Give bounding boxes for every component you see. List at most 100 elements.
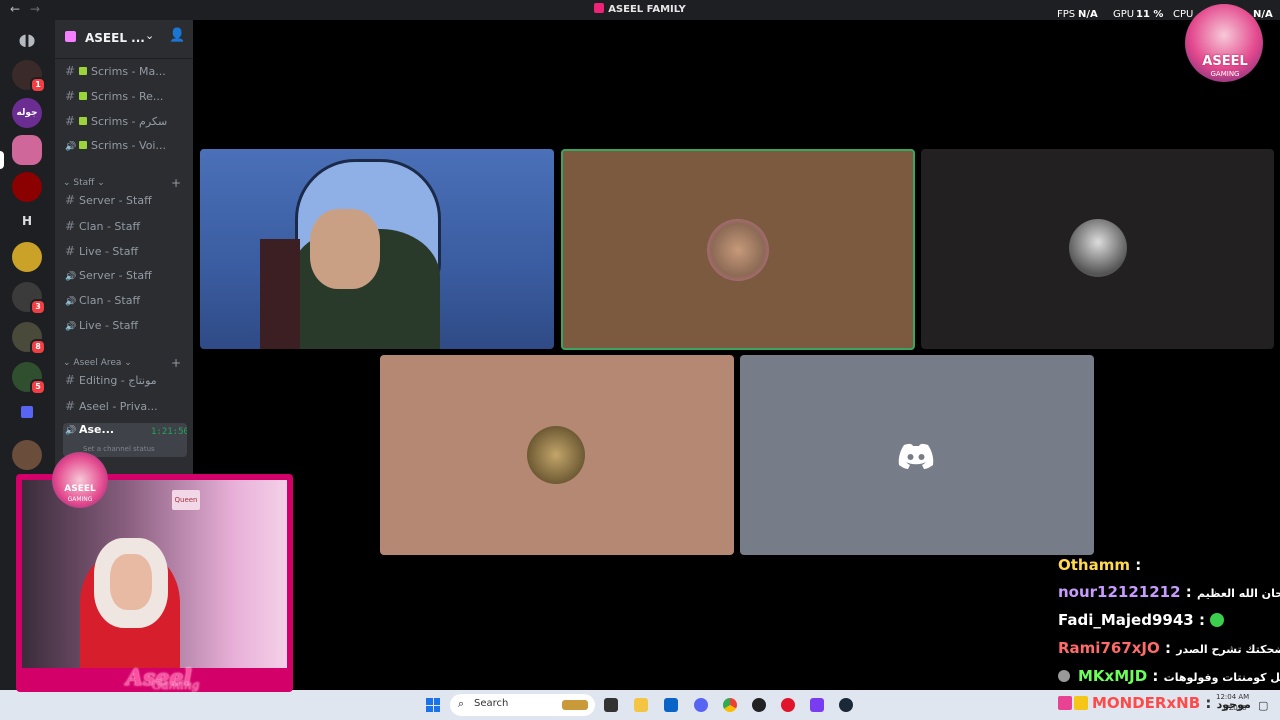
server-icon-aseel[interactable] <box>12 135 42 165</box>
channel-label: Scrims - Re... <box>91 90 164 103</box>
video-tile-streamer[interactable] <box>200 149 554 349</box>
server-icon-7[interactable] <box>12 440 42 470</box>
channel-aseel-private[interactable]: # Aseel - Priva... <box>63 399 187 421</box>
store-icon[interactable] <box>664 698 678 712</box>
folder-icon[interactable] <box>21 406 33 418</box>
channel-editing[interactable]: # Editing - مونتاج <box>63 373 187 395</box>
category-aseel-area[interactable]: ⌄ Aseel Area ⌄ + <box>63 356 181 370</box>
channel-label: Server - Staff <box>79 194 152 207</box>
taskbar-search[interactable]: ⌕ Search <box>450 694 595 716</box>
channel-clan-staff-text[interactable]: # Clan - Staff <box>63 219 187 241</box>
channel-server-staff-text[interactable]: # Server - Staff <box>63 193 187 215</box>
discord-taskbar-icon[interactable] <box>694 698 708 712</box>
emote-icon <box>1210 613 1225 627</box>
participant-avatar <box>1069 219 1127 277</box>
chat-line: Othamm : <box>1058 556 1280 572</box>
channel-label: Scrims - Ma... <box>91 65 166 78</box>
participant-face <box>310 209 380 289</box>
add-channel-icon[interactable]: + <box>171 356 181 370</box>
chevron-down-icon[interactable]: ⌄ <box>145 29 154 42</box>
server-header[interactable]: ASEEL ... ⌄ 👤 <box>55 20 193 59</box>
cpu-value: N/A <box>1253 9 1273 20</box>
crown-icon <box>1074 696 1088 710</box>
obs-icon[interactable] <box>752 698 766 712</box>
chat-line: nour12121212 : ده سبحان الله العظيم <box>1058 583 1280 601</box>
chat-separator: : <box>1193 611 1211 629</box>
channel-scrims-re[interactable]: # Scrims - Re... <box>63 89 187 111</box>
chat-separator: : <box>1200 694 1217 712</box>
category-label: Staff <box>73 178 95 188</box>
voice-timer: 1:21:50 <box>151 427 187 437</box>
video-tile-speaking[interactable] <box>561 149 915 350</box>
channel-type-icon: # <box>65 64 76 78</box>
chat-separator: : <box>1129 556 1142 572</box>
chat-line: MKxMJD : فاعل كومنتات وفولوهات <box>1058 667 1280 685</box>
mention-badge: 5 <box>30 379 46 395</box>
channel-type-icon: # <box>65 244 76 258</box>
channel-clan-staff-voice[interactable]: 🔊 Clan - Staff <box>63 294 187 316</box>
chat-username: nour12121212 <box>1058 583 1181 601</box>
server-icon-6[interactable] <box>12 242 42 272</box>
server-icon-4[interactable] <box>12 172 42 202</box>
server-icon-5[interactable]: H <box>12 206 42 236</box>
channel-live-staff-voice[interactable]: 🔊 Live - Staff <box>63 319 187 341</box>
channel-server-staff-voice[interactable]: 🔊 Server - Staff <box>63 269 187 291</box>
add-channel-icon[interactable]: + <box>171 176 181 190</box>
fps-label: FPS <box>1057 9 1076 20</box>
file-explorer-icon[interactable] <box>634 698 648 712</box>
steam-icon[interactable] <box>839 698 853 712</box>
invite-people-icon[interactable]: 👤 <box>169 28 185 43</box>
beginner-icon <box>79 117 87 125</box>
app-icon[interactable] <box>810 698 824 712</box>
opera-icon[interactable] <box>781 698 795 712</box>
participant-avatar <box>527 426 585 484</box>
server-folder-3[interactable]: 5 <box>12 362 46 395</box>
home-icon <box>65 31 76 42</box>
channel-label: Scrims - سكرم <box>91 115 168 128</box>
chrome-icon[interactable] <box>723 698 737 712</box>
queen-sign: Queen <box>172 490 200 510</box>
server-initials: H <box>21 214 33 228</box>
gift-icon <box>1058 696 1072 710</box>
cam-logo-text: ASEEL <box>64 484 96 494</box>
channel-type-icon: # <box>65 373 76 387</box>
video-tile-rose[interactable] <box>380 355 734 555</box>
channel-scrims-ar[interactable]: # Scrims - سكرم <box>63 114 187 136</box>
channel-label: Live - Staff <box>79 319 139 332</box>
logo-subtext: GAMING <box>1210 70 1240 78</box>
server-folder-1[interactable]: 3 <box>12 282 46 315</box>
chat-username: Fadi_Majed9943 <box>1058 611 1194 629</box>
chat-line: MONDERxNB : موجود <box>1058 694 1280 712</box>
search-highlight-icon <box>562 700 588 710</box>
server-icon-2[interactable]: جوله <box>12 98 42 128</box>
channel-type-icon: # <box>65 219 76 233</box>
task-view-icon[interactable] <box>604 698 618 712</box>
channel-label: Clan - Staff <box>79 294 141 307</box>
discord-home-icon[interactable]: ◖◗ <box>12 24 42 54</box>
chat-separator: : <box>1159 639 1177 657</box>
video-tile-dark[interactable] <box>921 149 1274 349</box>
server-folder-2[interactable]: 8 <box>12 322 46 355</box>
windows-start-icon[interactable] <box>426 698 440 712</box>
window-title-text: ASEEL FAMILY <box>608 4 686 15</box>
webcam-feed: Queen <box>22 480 287 668</box>
channel-label: Aseel - Priva... <box>79 400 158 413</box>
channel-label: Scrims - Voi... <box>91 139 166 152</box>
video-tile-default[interactable] <box>740 355 1094 555</box>
channel-scrims-voice[interactable]: 🔊 Scrims - Voi... <box>63 139 187 161</box>
channel-type-icon: # <box>65 114 76 128</box>
search-icon: ⌕ <box>458 697 465 710</box>
server-icon-1[interactable]: 1 <box>12 60 46 93</box>
channel-scrims-ma[interactable]: # Scrims - Ma... <box>63 64 187 86</box>
channel-label: Live - Staff <box>79 245 139 258</box>
category-staff[interactable]: ⌄ Staff ⌄ + <box>63 176 181 190</box>
channel-type-icon: # <box>65 89 76 103</box>
chat-message: فاعل كومنتات وفولوهات <box>1163 671 1280 684</box>
channel-live-staff-text[interactable]: # Live - Staff <box>63 244 187 266</box>
aseel-gaming-logo: ASEEL GAMING <box>1185 4 1263 82</box>
channel-type-icon: # <box>65 399 76 413</box>
chat-separator: : <box>1180 583 1198 601</box>
discord-logo-icon <box>898 443 934 469</box>
streamer-face <box>110 554 152 610</box>
channel-status[interactable]: Set a channel status <box>83 445 155 453</box>
